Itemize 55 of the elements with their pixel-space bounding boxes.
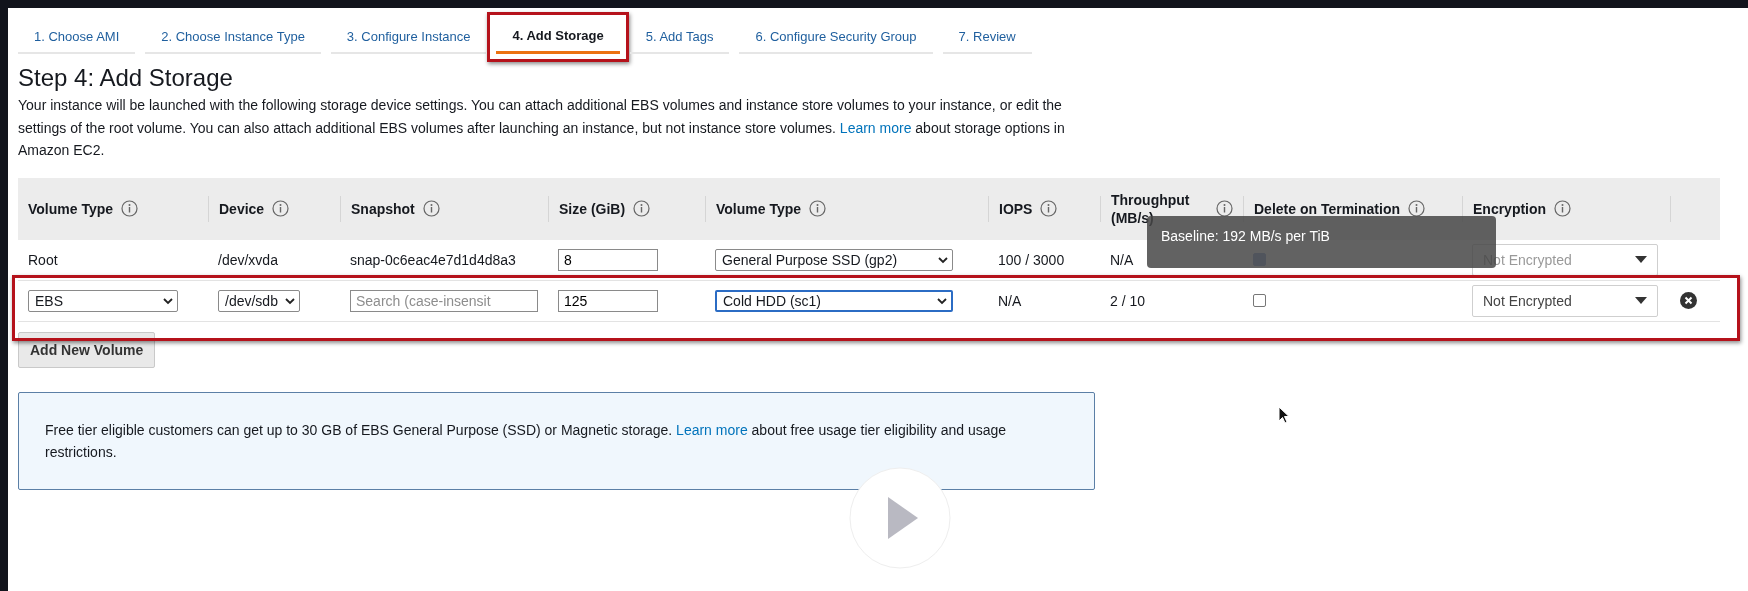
wizard-tab[interactable]: 3. Configure Instance (330, 19, 487, 54)
encryption-header: Encryption (1473, 199, 1547, 218)
table-cell: /dev/xvda (218, 251, 278, 268)
table-cell: N/A (1110, 251, 1134, 268)
chevron-icon (285, 295, 295, 306)
table-cell: 100 / 3000 (998, 251, 1065, 268)
info-icon[interactable] (422, 200, 440, 217)
chevron-icon (937, 295, 947, 306)
volume-type-header: Volume Type (716, 199, 802, 218)
info-icon[interactable] (633, 200, 651, 217)
encryption-dropdown[interactable]: Not Encrypted (1472, 284, 1658, 317)
info-icon[interactable] (121, 200, 139, 217)
description-text: Your instance will be launched with the following storage device settings. You can attach additional EBS volumes and instance store volumes to your instance, or edit the settings of the root volume. You can also attach additional EBS volumes after launching an instance, but not instance store volumes. Learn more about storage options in Amazon EC2. (18, 96, 1066, 160)
caret-icon (1635, 296, 1647, 305)
wizard-tab[interactable]: 1. Choose AMI (18, 19, 136, 54)
snapshot-header: Snapshot (351, 199, 415, 218)
size-field[interactable]: 8 (558, 248, 658, 271)
size-field[interactable]: 125 (558, 289, 658, 312)
size-header: Size (GiB) (559, 199, 626, 218)
wizard-tab[interactable]: 4. Add Storage (496, 18, 620, 54)
info-icon[interactable] (1040, 200, 1058, 217)
info-icon[interactable] (1216, 200, 1233, 217)
throughput-header: Throughput (MB/s) (1111, 190, 1191, 227)
dropdown-select[interactable]: Cold HDD (sc1) (715, 289, 953, 312)
snapshot-search-field[interactable]: Search (case-insensit (350, 289, 538, 312)
dropdown-select[interactable]: General Purpose SSD (gp2) (715, 248, 953, 271)
checkbox[interactable] (1253, 294, 1266, 307)
remove-icon[interactable] (1680, 292, 1697, 309)
delete-on-termination-header: Delete on Termination (1254, 199, 1400, 218)
info-icon[interactable] (1554, 200, 1572, 217)
info-icon[interactable] (272, 200, 290, 217)
notice-text: Free tier eligible customers can get up to 30 GB of EBS General Purpose (SSD) or Magnetic storage. Learn more about free usage tier eligibility and usage restrictions. (18, 391, 1095, 490)
info-icon[interactable] (809, 200, 827, 217)
volume-type-header: Volume Type (28, 199, 114, 218)
dropdown-select[interactable]: /dev/sdb (218, 289, 300, 312)
wizard-tab[interactable]: 2. Choose Instance Type (145, 19, 321, 54)
cursor-icon (1278, 406, 1290, 424)
chevron-icon (163, 295, 173, 306)
info-icon[interactable] (1408, 200, 1425, 217)
device-header: Device (219, 199, 265, 218)
learn-more-link[interactable]: Learn more (839, 119, 912, 136)
caret-icon (1635, 255, 1647, 264)
table-cell: Root (28, 251, 58, 268)
table-cell: 2 / 10 (1110, 292, 1146, 309)
dropdown-select[interactable]: EBS (28, 289, 178, 312)
table-cell: N/A (998, 292, 1022, 309)
wizard-tab[interactable]: 7. Review (942, 19, 1032, 54)
page-title: Step 4: Add Storage (18, 64, 234, 92)
chevron-icon (938, 254, 948, 265)
add-new-volume-button[interactable]: Add New Volume (18, 331, 156, 368)
iops-header: IOPS (999, 199, 1033, 218)
learn-more-link[interactable]: Learn more (676, 421, 748, 438)
wizard-tab[interactable]: 5. Add Tags (629, 19, 730, 54)
wizard-tab[interactable]: 6. Configure Security Group (739, 19, 933, 54)
table-cell: snap-0c6eac4e7d1d4d8a3 (350, 251, 516, 268)
